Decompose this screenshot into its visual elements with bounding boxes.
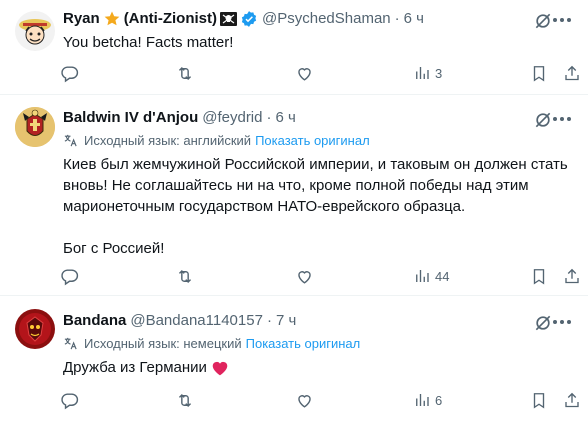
- verified-badge-icon: [240, 10, 258, 28]
- tweet-actions: 44: [55, 264, 588, 288]
- tweet-body: Киев был жемчужиной Российской империи, …: [63, 154, 573, 259]
- separator-dot: ·: [394, 10, 400, 27]
- retweet-button[interactable]: [175, 388, 195, 412]
- display-name-suffix[interactable]: (Anti-Zionist): [124, 9, 217, 29]
- avatar[interactable]: [15, 11, 55, 51]
- bookmark-icon: [530, 391, 548, 410]
- more-icon[interactable]: [544, 10, 580, 30]
- tweet-actions: 3: [55, 61, 588, 85]
- share-icon: [563, 267, 581, 286]
- translation-label: Исходный язык: английский: [84, 133, 252, 148]
- tweet-bandana[interactable]: Bandana @Bandana1140157 · 7 ч Исходный я…: [0, 296, 588, 421]
- translation-notice: Исходный язык: английский Показать ориги…: [63, 133, 370, 148]
- tweet-text-row: Дружба из Германии: [63, 357, 573, 378]
- timestamp[interactable]: 6 ч: [275, 108, 295, 128]
- bookmark-button[interactable]: [530, 388, 548, 412]
- display-name[interactable]: Bandana: [63, 311, 126, 331]
- views-count: 6: [435, 392, 443, 408]
- retweet-button[interactable]: [175, 61, 195, 85]
- translate-icon: [63, 133, 78, 148]
- separator-dot: ·: [266, 109, 272, 126]
- reply-button[interactable]: [60, 61, 79, 85]
- reply-icon: [60, 267, 79, 286]
- avatar[interactable]: [15, 309, 55, 349]
- views-count: 44: [435, 268, 450, 284]
- tweet-text: You betcha! Facts matter!: [63, 34, 234, 51]
- views-icon: [413, 64, 431, 82]
- retweet-icon: [175, 267, 195, 286]
- bookmark-icon: [530, 64, 548, 83]
- tweet-ryan[interactable]: Ryan (Anti-Zionist) @PsychedShaman · 6 ч…: [0, 0, 588, 95]
- show-original-link[interactable]: Показать оригинал: [255, 133, 370, 148]
- like-button[interactable]: [295, 264, 314, 288]
- bookmark-icon: [530, 267, 548, 286]
- tweet-text-paragraph: Бог с Россией!: [63, 240, 165, 257]
- share-icon: [563, 391, 581, 410]
- tweet-text: Дружба из Германии: [63, 359, 207, 376]
- timestamp[interactable]: 6 ч: [404, 9, 424, 29]
- retweet-icon: [175, 64, 195, 83]
- user-handle[interactable]: @Bandana1140157: [130, 311, 263, 331]
- tweet-body: You betcha! Facts matter!: [63, 32, 573, 53]
- tweet-header: Bandana @Bandana1140157 · 7 ч: [63, 311, 296, 331]
- reply-button[interactable]: [60, 264, 79, 288]
- separator-dot: ·: [266, 312, 272, 329]
- more-icon[interactable]: [544, 312, 580, 332]
- share-icon: [563, 64, 581, 83]
- share-button[interactable]: [563, 388, 581, 412]
- star-icon: [103, 10, 121, 28]
- heart-icon: [295, 64, 314, 83]
- like-button[interactable]: [295, 388, 314, 412]
- heart-icon: [295, 267, 314, 286]
- tweet-header: Baldwin IV d'Anjou @feydrid · 6 ч: [63, 108, 296, 128]
- reply-icon: [60, 64, 79, 83]
- translation-label: Исходный язык: немецкий: [84, 336, 242, 351]
- tweet-body: Дружба из Германии: [63, 357, 573, 378]
- translation-notice: Исходный язык: немецкий Показать оригина…: [63, 336, 360, 351]
- share-button[interactable]: [563, 61, 581, 85]
- timestamp[interactable]: 7 ч: [276, 311, 296, 331]
- reply-button[interactable]: [60, 388, 79, 412]
- reply-icon: [60, 391, 79, 410]
- like-button[interactable]: [295, 61, 314, 85]
- tweet-text-paragraph: Киев был жемчужиной Российской империи, …: [63, 156, 568, 215]
- retweet-button[interactable]: [175, 264, 195, 288]
- bookmark-button[interactable]: [530, 61, 548, 85]
- heart-icon: [295, 391, 314, 410]
- red-heart-emoji-icon: [211, 360, 229, 376]
- views-button[interactable]: 3: [413, 61, 442, 85]
- views-button[interactable]: 6: [413, 388, 442, 412]
- translate-icon: [63, 336, 78, 351]
- views-icon: [413, 391, 431, 409]
- display-name[interactable]: Baldwin IV d'Anjou: [63, 108, 198, 128]
- tweet-header: Ryan (Anti-Zionist) @PsychedShaman · 6 ч: [63, 9, 424, 29]
- more-icon[interactable]: [544, 109, 580, 129]
- user-handle[interactable]: @PsychedShaman: [262, 9, 391, 29]
- share-button[interactable]: [563, 264, 581, 288]
- tweet-actions: 6: [55, 388, 588, 412]
- tweet-baldwin[interactable]: Baldwin IV d'Anjou @feydrid · 6 ч Исходн…: [0, 95, 588, 296]
- retweet-icon: [175, 391, 195, 410]
- avatar[interactable]: [15, 107, 55, 147]
- views-count: 3: [435, 65, 443, 81]
- bookmark-button[interactable]: [530, 264, 548, 288]
- display-name[interactable]: Ryan: [63, 9, 100, 29]
- user-handle[interactable]: @feydrid: [202, 108, 262, 128]
- views-button[interactable]: 44: [413, 264, 449, 288]
- show-original-link[interactable]: Показать оригинал: [246, 336, 361, 351]
- skull-crossbones-icon: [220, 12, 237, 26]
- views-icon: [413, 267, 431, 285]
